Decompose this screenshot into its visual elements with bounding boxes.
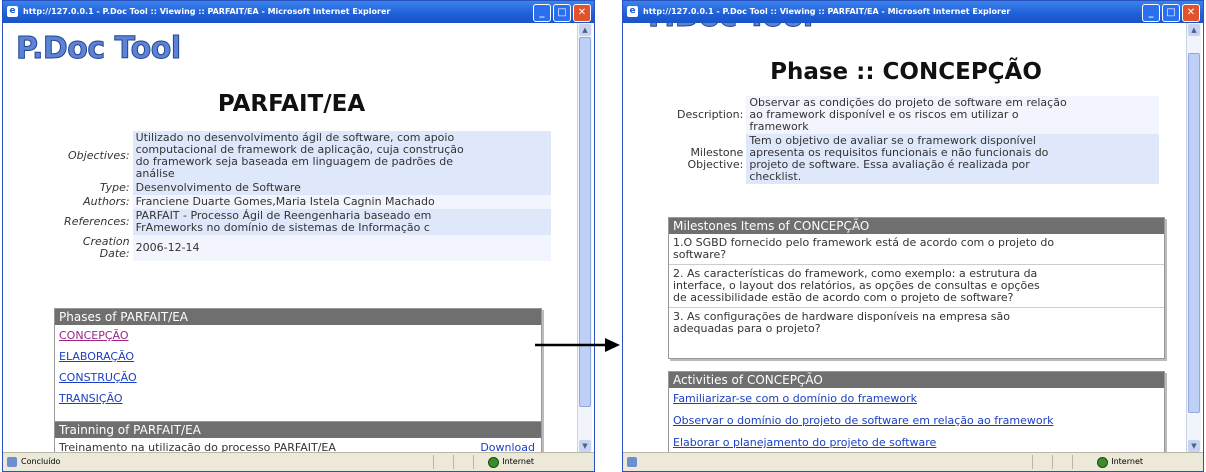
activity-link[interactable]: Observar o domínio do projeto de softwar… [669,407,1164,429]
authors-value: Franciene Duarte Gomes,Maria Istela Cagn… [132,195,551,209]
description-label: Description: [676,108,744,121]
page-title: PARFAIT/EA [217,91,366,117]
window-title: http://127.0.0.1 - P.Doc Tool :: Viewing… [643,7,1011,16]
app-logo: P.Doc Tool [16,31,182,67]
milestone-item: 3. As configurações de hardware disponív… [673,310,1010,335]
scroll-thumb[interactable] [1188,53,1200,413]
phase-link-concepcao[interactable]: CONCEPÇÃO [55,325,541,344]
close-button[interactable]: ✕ [573,4,591,22]
title-bar[interactable]: e http://127.0.0.1 - P.Doc Tool :: Viewi… [3,1,594,23]
vertical-scrollbar[interactable]: ▲ ▼ [1186,23,1201,453]
maximize-button[interactable]: □ [553,4,571,22]
activities-header: Activities of CONCEPÇÃO [669,372,1164,388]
browser-window-right: e http://127.0.0.1 - P.Doc Tool :: Viewi… [622,0,1204,472]
phase-link-elaboracao[interactable]: ELABORAÇÃO [55,344,541,365]
phases-header: Phases of PARFAIT/EA [55,309,541,325]
vertical-scrollbar[interactable]: ▲ ▼ [577,23,592,453]
status-text: Concluído [21,457,61,466]
phase-info-table: Description: Observar as condições do pr… [654,96,1159,184]
zone-text: Internet [1111,457,1143,466]
status-bar: Concluído Internet [3,452,594,471]
page-content: P.Doc Tool Phase :: CONCEPÇÃO Descriptio… [626,23,1186,453]
description-value: Observar as condições do projeto de soft… [746,96,1159,134]
transition-arrow-icon [535,338,620,352]
window-title: http://127.0.0.1 - P.Doc Tool :: Viewing… [23,7,391,16]
training-header: Trainning of PARFAIT/EA [55,422,541,438]
process-info-table: Objectives: Utilizado no desenvolvimento… [43,131,551,261]
references-value: PARFAIT - Processo Ágil de Reengenharia … [132,209,551,235]
minimize-button[interactable]: _ [533,4,551,22]
creation-date-value: 2006-12-14 [132,235,551,261]
page-icon [627,457,637,467]
phase-link-transicao[interactable]: TRANSIÇÃO [55,386,541,407]
milestone-objective-label: Milestone Objective: [687,146,744,171]
ie-icon: e [627,6,638,17]
app-logo-partial: P.Doc Tool [648,23,814,35]
type-value: Desenvolvimento de Software [132,181,551,195]
milestone-item: 1.O SGBD fornecido pelo framework está d… [669,234,1164,265]
scroll-up-icon[interactable]: ▲ [579,24,591,36]
milestone-objective-value: Tem o objetivo de avaliar se o framework… [746,134,1159,184]
page-title: Phase :: CONCEPÇÃO [770,59,1042,85]
scroll-down-icon[interactable]: ▼ [1188,440,1200,452]
objectives-label: Objectives: [43,131,133,181]
phase-link-construcao[interactable]: CONSTRUÇÃO [55,365,541,386]
activity-link[interactable]: Elaborar o planejamento do projeto de so… [669,429,1164,451]
ie-icon: e [7,6,18,17]
internet-zone-icon [488,456,500,468]
phases-panel: Phases of PARFAIT/EA CONCEPÇÃO ELABORAÇÃ… [54,308,542,438]
scroll-down-icon[interactable]: ▼ [579,440,591,452]
page-done-icon [7,457,17,467]
internet-zone-icon [1097,456,1109,468]
minimize-button[interactable]: _ [1142,4,1160,22]
page-content: P.Doc Tool PARFAIT/EA Objectives: Utiliz… [6,23,577,453]
authors-label: Authors: [43,195,133,209]
creation-date-label: Creation Date: [43,235,133,261]
milestone-item: 2. As características do framework, como… [669,265,1164,308]
objectives-value: Utilizado no desenvolvimento ágil de sof… [132,131,551,181]
training-panel: Trainning of PARFAIT/EA Treinamento na u… [54,421,542,453]
activity-link[interactable]: Familiarizar-se com o domínio do framewo… [669,388,1164,407]
activities-panel: Activities of CONCEPÇÃO Familiarizar-se … [668,371,1165,453]
references-label: References: [43,209,133,235]
milestones-header: Milestones Items of CONCEPÇÃO [669,218,1164,234]
scroll-up-icon[interactable]: ▲ [1188,24,1200,36]
title-bar[interactable]: e http://127.0.0.1 - P.Doc Tool :: Viewi… [623,1,1203,23]
status-bar: Internet [623,452,1203,471]
browser-window-left: e http://127.0.0.1 - P.Doc Tool :: Viewi… [2,0,595,472]
milestones-panel: Milestones Items of CONCEPÇÃO 1.O SGBD f… [668,217,1165,359]
close-button[interactable]: ✕ [1182,4,1200,22]
maximize-button[interactable]: □ [1162,4,1180,22]
zone-text: Internet [502,457,534,466]
type-label: Type: [43,181,133,195]
